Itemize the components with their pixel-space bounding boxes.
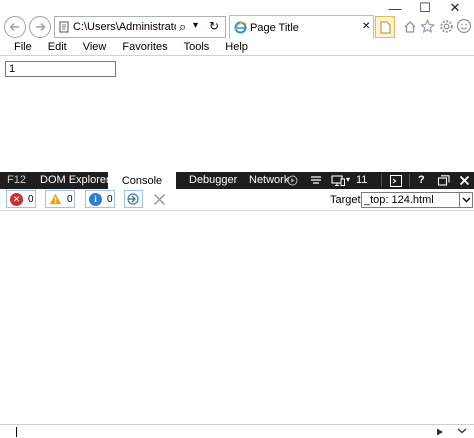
tab-console[interactable]: Console [108, 172, 176, 190]
page-document-icon [59, 21, 69, 33]
tab-debugger[interactable]: Debugger [189, 174, 237, 186]
minimize-button[interactable]: — [380, 0, 410, 16]
browser-tab[interactable]: Page Title ✕ [229, 15, 374, 39]
back-arrow-icon [9, 22, 19, 32]
run-script-icon[interactable] [436, 428, 444, 436]
page-text-input[interactable]: 1 [5, 61, 116, 77]
new-tab-icon [380, 21, 391, 34]
maximize-button[interactable]: ☐ [410, 0, 440, 16]
target-select[interactable]: _top: 124.html [361, 192, 473, 208]
back-button[interactable] [4, 16, 26, 38]
clear-on-navigate-icon [127, 193, 139, 205]
address-dropdown-icon[interactable]: ▾ [193, 20, 198, 31]
devtools-tab-bar: F12 DOM Explorer Debugger Network ▾ 11 ? [0, 172, 474, 189]
settings-gear-icon[interactable] [439, 19, 454, 34]
home-icon[interactable] [403, 20, 417, 34]
menu-help[interactable]: Help [217, 41, 256, 53]
minimize-icon: — [388, 0, 402, 16]
close-icon: ✕ [449, 0, 461, 15]
error-icon: ✕ [10, 192, 23, 206]
menu-file[interactable]: File [6, 41, 40, 53]
search-icon[interactable]: ⌕ [179, 19, 186, 35]
ie-logo-icon [234, 21, 247, 34]
emulation-dropdown-icon[interactable]: ▾ [346, 175, 350, 184]
toolbar-separator [381, 174, 382, 187]
network-record-icon[interactable] [287, 175, 298, 186]
errors-filter-button[interactable]: ✕ 0 [6, 190, 36, 208]
tab-dom-explorer[interactable]: DOM Explorer [40, 174, 110, 186]
target-label: Target [330, 194, 361, 206]
maximize-icon: ☐ [419, 0, 431, 15]
info-icon: i [89, 192, 102, 206]
tab-network[interactable]: Network [249, 174, 289, 186]
console-input-bar[interactable] [0, 424, 474, 438]
toolbar-separator [409, 174, 410, 187]
smiley-feedback-icon[interactable] [456, 18, 472, 34]
tab-title: Page Title [250, 22, 299, 34]
clear-console-icon[interactable] [153, 193, 166, 206]
f12-label: F12 [7, 174, 26, 186]
warnings-filter-button[interactable]: 0 [45, 190, 75, 208]
menu-divider [0, 55, 474, 56]
emulation-count: 11 [356, 174, 368, 186]
menu-favorites[interactable]: Favorites [114, 41, 175, 53]
info-filter-button[interactable]: i 0 [85, 190, 115, 208]
warning-icon [49, 193, 62, 205]
console-prompt-icon[interactable] [390, 175, 402, 187]
target-value: _top: 124.html [364, 194, 434, 206]
devtools-close-icon[interactable] [459, 175, 470, 186]
warnings-count: 0 [67, 193, 73, 205]
emulation-device-icon[interactable] [331, 175, 345, 187]
close-window-button[interactable]: ✕ [440, 0, 470, 16]
help-icon[interactable]: ? [418, 174, 425, 186]
menu-view[interactable]: View [75, 41, 115, 53]
forward-arrow-icon [36, 22, 46, 32]
refresh-icon[interactable]: ↻ [209, 19, 219, 33]
errors-count: 0 [28, 193, 34, 205]
expand-multiline-icon[interactable] [457, 428, 467, 436]
tab-close-icon[interactable]: ✕ [362, 21, 370, 32]
address-text[interactable]: C:\Users\Administrator\Desl [73, 21, 176, 33]
menu-tools[interactable]: Tools [176, 41, 218, 53]
undock-icon[interactable] [438, 175, 450, 186]
more-tools-icon[interactable] [310, 176, 322, 185]
new-tab-button[interactable] [375, 16, 395, 38]
favorites-star-icon[interactable] [420, 19, 435, 34]
browser-window: — ☐ ✕ C:\Users\Administrator\Desl ⌕ ▾ ↻ … [0, 0, 474, 438]
forward-button[interactable] [29, 16, 51, 38]
info-count: 0 [107, 193, 113, 205]
menu-edit[interactable]: Edit [40, 41, 75, 53]
address-bar[interactable]: C:\Users\Administrator\Desl ⌕ ▾ ↻ [54, 16, 226, 38]
clear-on-navigate-button[interactable] [124, 190, 143, 208]
menu-bar: File Edit View Favorites Tools Help [0, 38, 474, 55]
chevron-down-icon [459, 193, 472, 207]
text-cursor [16, 427, 17, 437]
